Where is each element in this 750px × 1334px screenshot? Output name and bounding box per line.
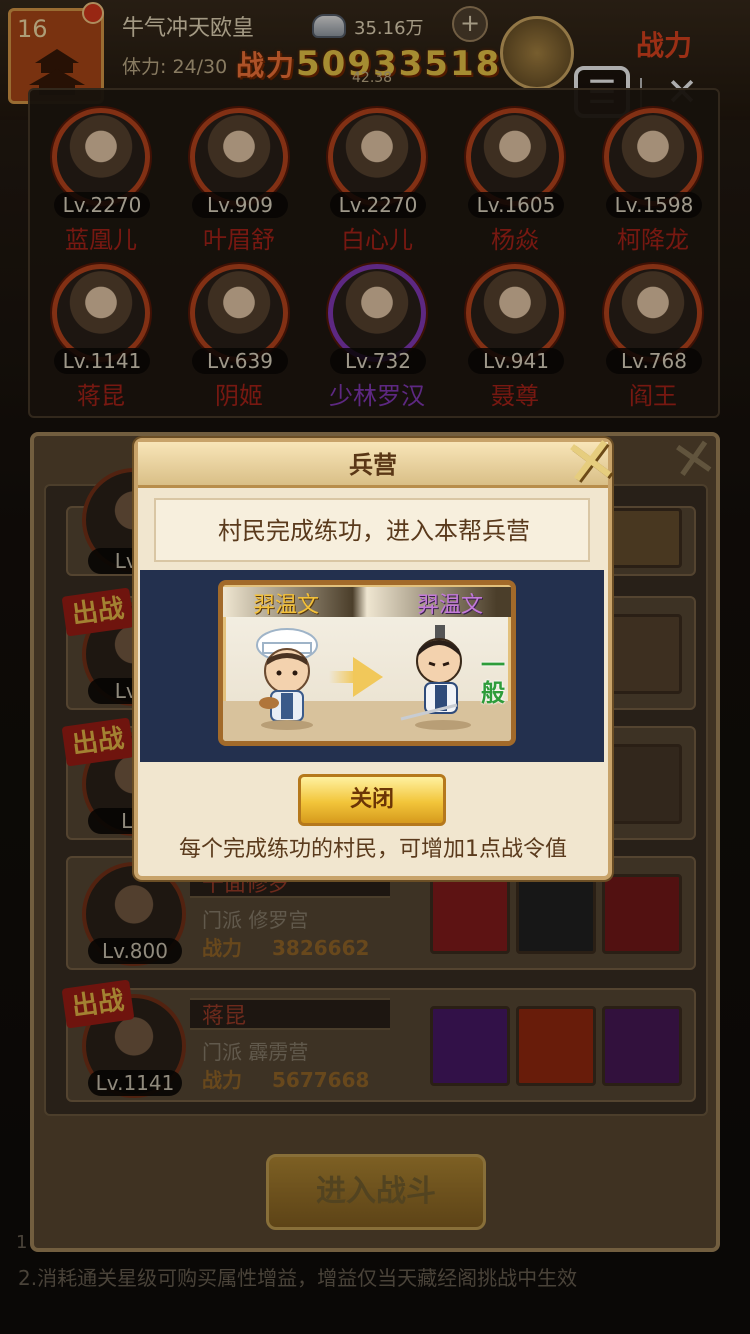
modal-close-icon[interactable]: ✕: [554, 423, 629, 504]
close-button[interactable]: 关闭: [298, 774, 446, 826]
arrow-right-icon: [353, 657, 383, 697]
message-box: 村民完成练功，进入本帮兵营: [154, 498, 590, 562]
modal-title: 兵营: [349, 451, 397, 479]
villager-figure: [256, 628, 318, 730]
modal-footnote: 每个完成练功的村民，可增加1点战令值: [179, 837, 567, 862]
trained-name: 羿温文: [417, 593, 484, 618]
barracks-modal: 兵营 ✕ 村民完成练功，进入本帮兵营 羿温文 羿温文 一般 关闭 每个完成练功的…: [134, 423, 623, 880]
grade-label: 一般: [481, 651, 505, 707]
modal-message: 村民完成练功，进入本帮兵营: [218, 517, 530, 545]
villager-name: 羿温文: [253, 593, 320, 618]
modal-header: 兵营: [138, 442, 608, 488]
promotion-card: 羿温文 羿温文 一般: [218, 580, 516, 746]
arrow-tail: [329, 671, 355, 683]
promotion-scene: 羿温文 羿温文 一般: [140, 570, 604, 762]
game-screen: { "hud": { "level": "16", "player_name":…: [0, 0, 750, 1334]
